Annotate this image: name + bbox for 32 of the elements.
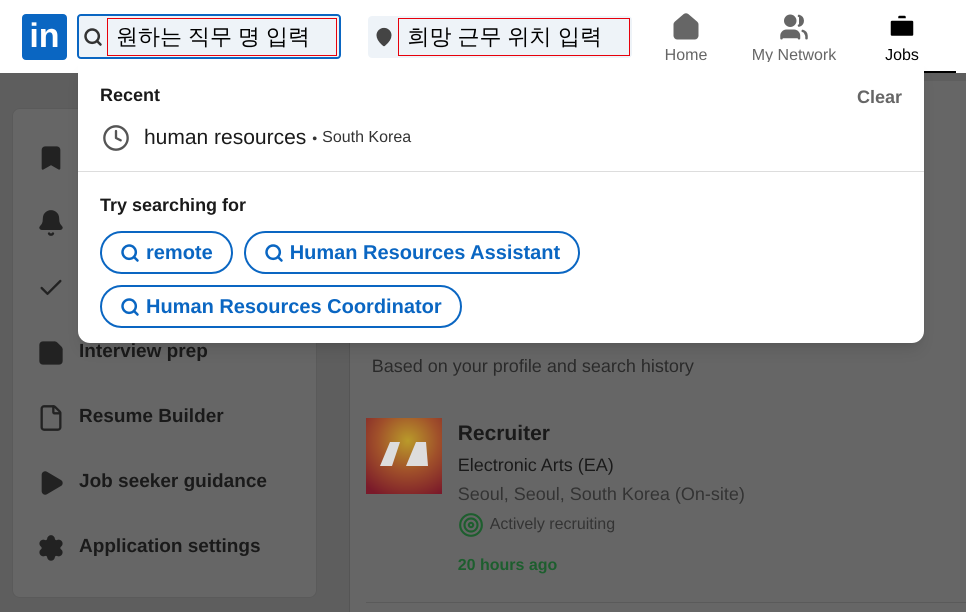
note-icon (37, 338, 65, 366)
job-title[interactable]: Recruiter (458, 418, 745, 450)
clear-button[interactable]: Clear (856, 84, 902, 111)
location-pin-icon (374, 26, 394, 46)
clock-icon (102, 124, 130, 152)
suggest-heading: Try searching for (100, 195, 246, 215)
sidebar-link[interactable]: Application settings (79, 533, 261, 562)
target-icon (458, 512, 484, 538)
separator-dot: • (312, 128, 318, 148)
bell-icon (37, 208, 65, 236)
suggestion-chip[interactable]: Human Resources Coordinator (100, 285, 462, 328)
recent-search-item[interactable]: human resources • South Korea (78, 113, 924, 163)
logo[interactable]: in (22, 14, 67, 60)
recent-location: South Korea (322, 128, 412, 148)
nav-tab[interactable]: My Network (740, 0, 848, 73)
search-icon (264, 242, 284, 262)
posted-time: 20 hours ago (458, 556, 558, 576)
section-subtitle: Based on your profile and search history (372, 355, 695, 378)
sidebar-link[interactable]: Job seeker guidance (79, 468, 267, 497)
search-icon (120, 296, 140, 316)
search-field[interactable]: 원하는 직무 명 입력 (76, 14, 342, 59)
location-field[interactable]: 희망 근무 위치 입력 (368, 16, 632, 58)
sidebar-link[interactable]: Resume Builder (79, 403, 224, 432)
company-name: Electronic Arts (EA) (458, 454, 615, 477)
search-icon (120, 242, 140, 262)
nav-icon (671, 12, 701, 42)
search-icon (82, 26, 103, 46)
suggestion-chip[interactable]: remote (100, 231, 233, 274)
suggestion-chip[interactable]: Human Resources Assistant (244, 231, 580, 274)
nav-icon (779, 12, 809, 42)
recent-query: human resources (144, 125, 306, 152)
recent-heading: Recent (100, 84, 160, 107)
